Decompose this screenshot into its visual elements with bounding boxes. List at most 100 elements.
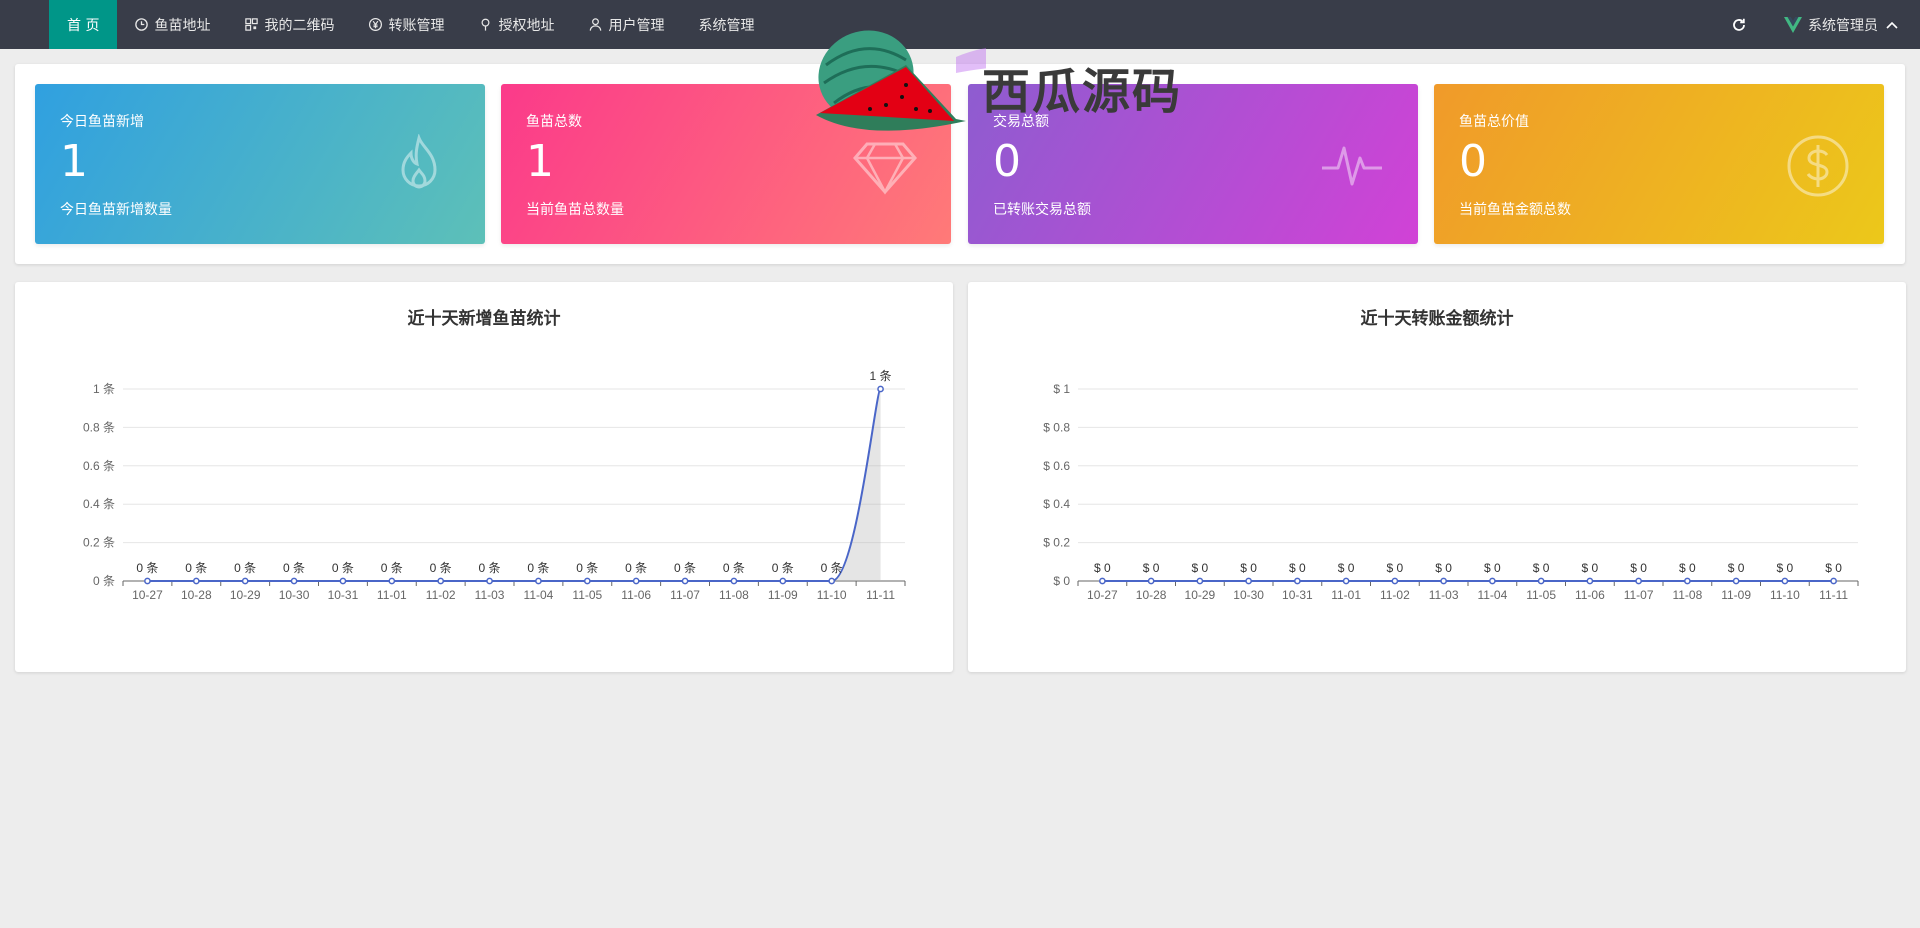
stat-subtitle: 已转账交易总额 xyxy=(993,202,1091,218)
data-label: $ 0 xyxy=(1777,561,1794,575)
data-point xyxy=(1732,577,1740,585)
x-tick-label: 11-02 xyxy=(1380,588,1410,602)
data-label: 0 条 xyxy=(674,561,696,575)
x-tick-label: 11-04 xyxy=(1477,588,1507,602)
data-point xyxy=(681,577,689,585)
clock-icon xyxy=(134,17,149,32)
x-tick-label: 11-11 xyxy=(866,588,895,602)
y-tick-label: 0.6 条 xyxy=(83,459,115,473)
y-tick-label: $ 0.4 xyxy=(1043,497,1070,511)
nav-item-qrcode[interactable]: 我的二维码 xyxy=(227,0,351,49)
stat-subtitle: 当前鱼苗金额总数 xyxy=(1459,202,1571,218)
data-point xyxy=(535,577,542,585)
line-chart-new-fish: 0 条 0.2 条 0.4 条 0.6 条 0.8 条 1 条 10-27 10-28 10-2… xyxy=(83,369,906,602)
data-label: $ 0 xyxy=(1387,561,1404,575)
nav-item-system[interactable]: 系统管理 xyxy=(681,0,771,49)
data-label: 0 条 xyxy=(772,561,794,575)
x-tick-label: 10-28 xyxy=(181,588,212,602)
data-label: 0 条 xyxy=(576,561,598,575)
y-tick-label: 0 条 xyxy=(93,574,115,588)
data-point xyxy=(339,577,347,585)
data-label: $ 0 xyxy=(1192,561,1209,575)
user-menu[interactable]: 系统管理员 xyxy=(1784,15,1898,35)
chart-panel-transfer-amount: 近十天转账金额统计 $ 0 $ 0.2 $ 0.4 $ 0.6 $ 0.8 $ 1 10-2… xyxy=(968,282,1906,672)
x-tick-label: 11-08 xyxy=(719,588,749,602)
stat-subtitle: 当前鱼苗总数量 xyxy=(526,202,624,218)
x-tick-label: 10-30 xyxy=(279,588,310,602)
data-label: $ 0 xyxy=(1143,561,1160,575)
y-tick-label: 0.8 条 xyxy=(83,420,115,434)
data-point xyxy=(192,577,200,585)
data-point xyxy=(1294,577,1301,585)
nav-item-label: 转账管理 xyxy=(388,17,445,34)
data-label: 0 条 xyxy=(625,561,647,575)
line-chart-transfer-amount: $ 0 $ 0.2 $ 0.4 $ 0.6 $ 0.8 $ 1 10-27 10-28 10-2… xyxy=(1043,382,1859,602)
x-tick-label: 10-27 xyxy=(1087,588,1118,602)
data-point xyxy=(1830,577,1837,585)
data-point xyxy=(1489,577,1496,585)
data-label: $ 0 xyxy=(1094,561,1111,575)
nav-item-home[interactable]: 首 页 xyxy=(49,0,118,49)
data-point xyxy=(1342,577,1350,585)
stat-title: 今日鱼苗新增 xyxy=(60,114,144,130)
data-point xyxy=(1586,577,1594,585)
y-tick-label: $ 0.8 xyxy=(1043,420,1070,434)
data-point xyxy=(1245,577,1252,585)
x-tick-label: 11-05 xyxy=(1526,588,1556,602)
nav-item-transfer[interactable]: 转账管理 xyxy=(351,0,461,49)
x-tick-label: 11-08 xyxy=(1672,588,1702,602)
nav-item-auth-address[interactable]: 授权地址 xyxy=(461,0,571,49)
x-tick-label: 11-03 xyxy=(475,588,505,602)
data-point xyxy=(241,577,249,585)
header-tools: 系统管理员 xyxy=(1724,0,1920,49)
chevron-up-icon xyxy=(1886,21,1898,29)
series-line xyxy=(147,388,882,582)
stat-card-fish-value: 鱼苗总价值 0 当前鱼苗金额总数 xyxy=(1434,84,1884,244)
vue-logo-icon xyxy=(1784,16,1802,33)
location-pin-icon xyxy=(478,17,493,32)
x-tick-label: 11-05 xyxy=(572,588,602,602)
stat-title: 鱼苗总数 xyxy=(526,114,582,130)
stat-value: 0 xyxy=(1459,136,1487,187)
data-label: 0 条 xyxy=(234,561,256,575)
data-point xyxy=(730,577,738,585)
nav-item-label: 用户管理 xyxy=(608,17,665,34)
refresh-button[interactable] xyxy=(1724,0,1754,49)
x-tick-label: 11-09 xyxy=(1721,588,1751,602)
data-point xyxy=(877,385,884,393)
flame-icon xyxy=(401,134,437,189)
data-label: 0 条 xyxy=(283,561,305,575)
data-point xyxy=(437,577,445,585)
y-tick-label: 0.2 条 xyxy=(83,536,115,550)
y-tick-label: 0.4 条 xyxy=(83,497,115,511)
heartbeat-icon xyxy=(1322,146,1382,186)
data-label: 0 条 xyxy=(185,561,207,575)
data-point xyxy=(388,577,396,585)
qrcode-icon xyxy=(244,17,259,32)
y-tick-label: $ 0 xyxy=(1053,574,1070,588)
user-icon xyxy=(588,17,603,32)
data-point xyxy=(828,577,836,585)
x-tick-label: 10-29 xyxy=(230,588,261,602)
data-label: 0 条 xyxy=(723,561,745,575)
data-point xyxy=(779,577,787,585)
x-tick-label: 11-09 xyxy=(768,588,798,602)
data-label: 1 条 xyxy=(870,369,892,383)
y-tick-label: $ 0.2 xyxy=(1043,536,1070,550)
data-point xyxy=(1781,577,1789,585)
data-point xyxy=(1196,577,1204,585)
nav-item-fish-address[interactable]: 鱼苗地址 xyxy=(117,0,227,49)
x-tick-label: 11-10 xyxy=(817,588,847,602)
x-tick-label: 11-07 xyxy=(1624,588,1654,602)
data-label: $ 0 xyxy=(1484,561,1501,575)
data-label: 0 条 xyxy=(479,561,501,575)
data-point xyxy=(632,577,640,585)
data-point xyxy=(583,577,591,585)
data-label: $ 0 xyxy=(1630,561,1647,575)
x-tick-label: 11-03 xyxy=(1429,588,1459,602)
main-nav: 首 页 鱼苗地址 我的二维码 转账管理 授权地址 用户管理 系统管理 xyxy=(49,0,771,49)
x-tick-label: 11-06 xyxy=(1575,588,1605,602)
x-tick-label: 10-31 xyxy=(1282,588,1313,602)
nav-item-user-manage[interactable]: 用户管理 xyxy=(571,0,681,49)
nav-item-label: 鱼苗地址 xyxy=(154,17,211,34)
